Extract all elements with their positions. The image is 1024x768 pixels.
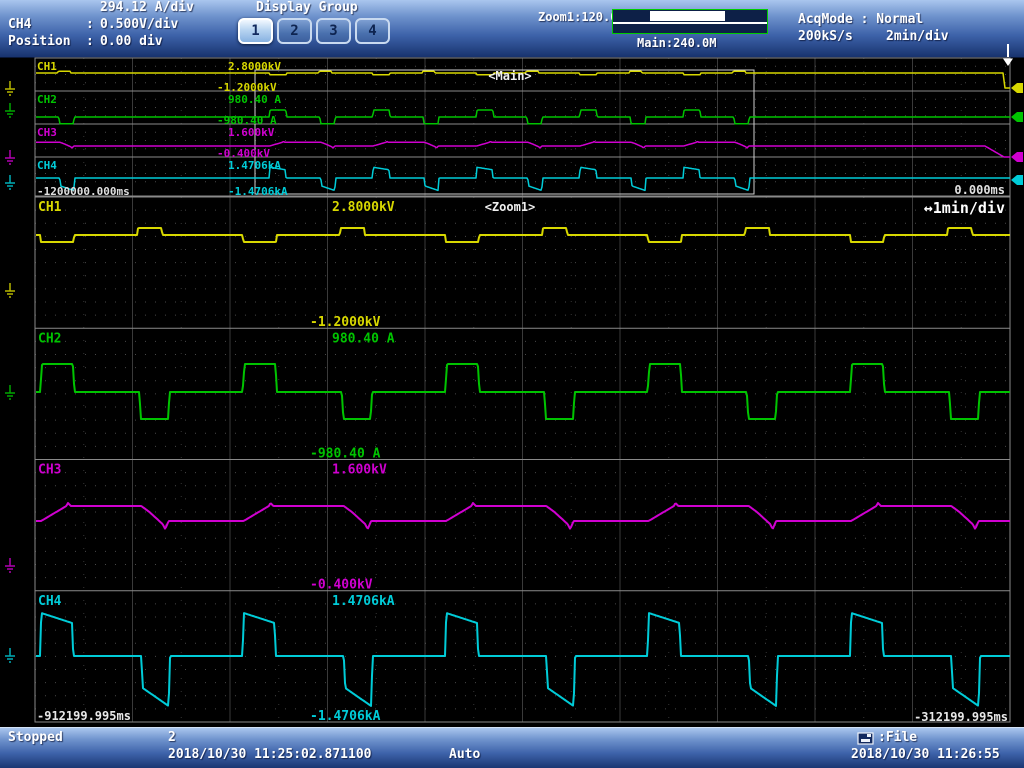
ground-icon-ch4-main bbox=[5, 175, 15, 189]
main-length-label: Main:240.0M bbox=[637, 36, 716, 50]
scope-display: CH12.8000kV-1.2000kVCH12.8000kV-1.2000kV… bbox=[0, 57, 1024, 727]
display-group-label: Display Group bbox=[256, 1, 358, 15]
main-top-value-ch2: 980.40 A bbox=[228, 93, 281, 106]
zoom-bottom-value-ch2: -980.40 A bbox=[310, 446, 381, 461]
group-number: 2 bbox=[168, 731, 176, 745]
zoom-view-graticule bbox=[35, 197, 1010, 722]
ground-icon-ch1-main bbox=[5, 81, 15, 95]
main-timebase: 2min/div bbox=[886, 30, 949, 44]
level-marker-ch3[interactable] bbox=[1011, 152, 1023, 162]
main-end-time: 0.000ms bbox=[954, 183, 1005, 197]
position-label: Position bbox=[8, 35, 71, 49]
acquisition-timestamp: 2018/10/30 11:25:02.871100 bbox=[168, 748, 372, 762]
ground-icon-ch4-zoom bbox=[5, 648, 15, 662]
run-status: Stopped bbox=[8, 731, 63, 745]
trigger-mode: Auto bbox=[449, 748, 480, 762]
zoom-start-time: -912199.995ms bbox=[37, 709, 131, 723]
display-group-buttons: 1234 bbox=[238, 18, 390, 44]
ch4-volt-scale: 0.500V/div bbox=[100, 18, 178, 32]
main-start-time: -1200000.000ms bbox=[37, 185, 130, 198]
ground-icon-ch2-main bbox=[5, 103, 15, 117]
display-group-button-3[interactable]: 3 bbox=[316, 18, 351, 44]
zoom-channel-label-ch1: CH1 bbox=[38, 200, 62, 215]
zoom-timebase-label: ↔1min/div bbox=[924, 199, 1005, 217]
level-marker-ch2[interactable] bbox=[1011, 112, 1023, 122]
zoom-widget-divider bbox=[613, 22, 767, 24]
file-save-icon bbox=[857, 730, 875, 746]
main-bottom-value-ch4: -1.4706kA bbox=[228, 185, 288, 198]
zoom-bottom-value-ch3: -0.400kV bbox=[310, 578, 373, 593]
ground-icon-ch3-main bbox=[5, 150, 15, 164]
level-marker-ch4[interactable] bbox=[1011, 175, 1023, 185]
zoom-channel-label-ch4: CH4 bbox=[38, 594, 62, 609]
main-top-value-ch3: 1.600kV bbox=[228, 126, 275, 139]
zoom-top-value-ch3: 1.600kV bbox=[332, 463, 387, 478]
main-view-title: <Main> bbox=[488, 69, 531, 83]
ground-icon-ch3-zoom bbox=[5, 558, 15, 572]
zoom-channel-label-ch3: CH3 bbox=[38, 463, 61, 478]
zoom-top-value-ch4: 1.4706kA bbox=[332, 594, 395, 609]
ground-icon-ch2-zoom bbox=[5, 385, 15, 399]
zoom-view-title: <Zoom1> bbox=[485, 200, 536, 214]
oscilloscope-screen: 294.12 A/div CH4 : 0.500V/div Position :… bbox=[0, 0, 1024, 768]
acq-mode: AcqMode : Normal bbox=[798, 13, 923, 27]
sample-rate: 200kS/s bbox=[798, 30, 853, 44]
main-channel-label-ch3: CH3 bbox=[37, 126, 57, 139]
colon: : bbox=[86, 35, 94, 49]
zoom-position-widget[interactable] bbox=[612, 9, 768, 34]
display-group-button-2[interactable]: 2 bbox=[277, 18, 312, 44]
zoom-window-indicator[interactable] bbox=[650, 11, 725, 21]
display-group-button-1[interactable]: 1 bbox=[238, 18, 273, 44]
position-value: 0.00 div bbox=[100, 35, 163, 49]
zoom-top-value-ch2: 980.40 A bbox=[332, 331, 395, 346]
main-channel-label-ch2: CH2 bbox=[37, 93, 57, 106]
main-top-value-ch1: 2.8000kV bbox=[228, 60, 281, 73]
zoom-region-box[interactable] bbox=[255, 70, 754, 194]
main-channel-label-ch1: CH1 bbox=[37, 60, 57, 73]
level-marker-ch1[interactable] bbox=[1011, 83, 1023, 93]
zoom-bottom-value-ch1: -1.2000kV bbox=[310, 315, 381, 330]
trigger-position-tick bbox=[1007, 44, 1009, 57]
zoom-top-value-ch1: 2.8000kV bbox=[332, 200, 395, 215]
zoom-bottom-value-ch4: -1.4706kA bbox=[310, 709, 381, 724]
trigger-marker-icon[interactable] bbox=[1003, 59, 1013, 67]
channel-select-label: CH4 bbox=[8, 18, 31, 32]
ground-icon-ch1-zoom bbox=[5, 283, 15, 297]
header-bar: 294.12 A/div CH4 : 0.500V/div Position :… bbox=[0, 0, 1024, 58]
main-channel-label-ch4: CH4 bbox=[37, 159, 57, 172]
ch4-current-scale: 294.12 A/div bbox=[100, 1, 194, 15]
main-top-value-ch4: 1.4706kA bbox=[228, 159, 281, 172]
zoom-end-time: -312199.995ms bbox=[914, 710, 1008, 724]
zoom-channel-label-ch2: CH2 bbox=[38, 331, 61, 346]
file-timestamp: 2018/10/30 11:26:55 bbox=[851, 748, 1000, 762]
display-group-button-4[interactable]: 4 bbox=[355, 18, 390, 44]
status-bar: Stopped 2 2018/10/30 11:25:02.871100 Aut… bbox=[0, 727, 1024, 768]
colon: : bbox=[86, 18, 94, 32]
file-label: :File bbox=[878, 731, 917, 745]
